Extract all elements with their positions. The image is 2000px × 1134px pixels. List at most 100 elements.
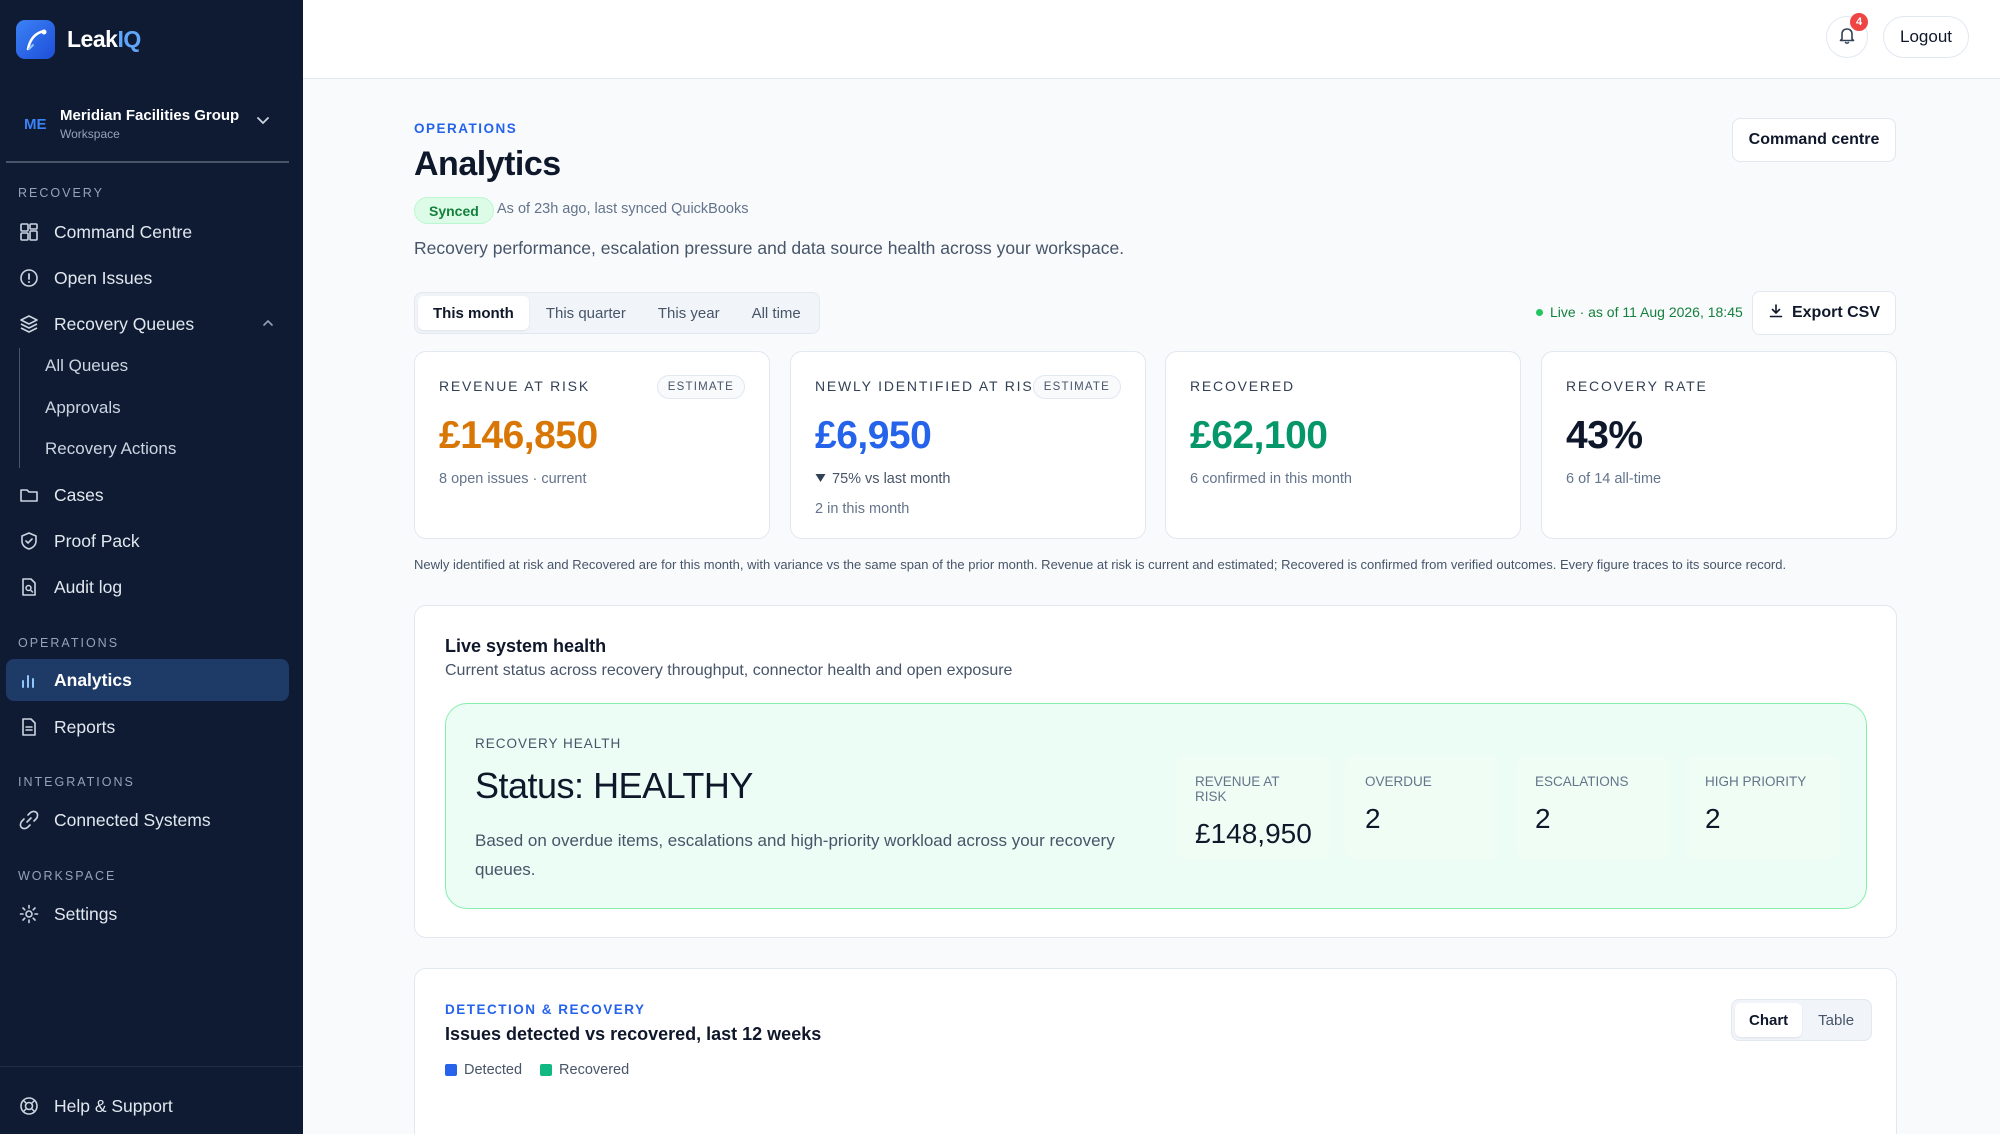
recovery-health-panel: RECOVERY HEALTH Status: HEALTHY Based on… bbox=[445, 703, 1867, 909]
tab-all-time[interactable]: All time bbox=[737, 296, 816, 330]
triangle-down-icon bbox=[815, 471, 826, 487]
sidebar-item-label: Audit log bbox=[54, 576, 123, 597]
sidebar-subitem-recovery-actions[interactable]: Recovery Actions bbox=[45, 439, 176, 459]
sidebar-item-label: Recovery Queues bbox=[54, 313, 195, 334]
sidebar-item-cases[interactable]: Cases bbox=[6, 474, 289, 516]
brand-name: LeakIQ bbox=[67, 26, 141, 52]
workspace-initials: ME bbox=[24, 115, 47, 133]
tab-this-year[interactable]: This year bbox=[643, 296, 735, 330]
brand-logo[interactable]: LeakIQ bbox=[16, 20, 141, 59]
sidebar-item-label: Connected Systems bbox=[54, 809, 211, 830]
metric-value: 2 bbox=[1705, 803, 1721, 834]
kpi-value: £146,850 bbox=[439, 414, 598, 457]
lifebuoy-icon bbox=[18, 1095, 40, 1117]
kpi-label: RECOVERED bbox=[1190, 378, 1295, 394]
tab-table[interactable]: Table bbox=[1804, 1003, 1868, 1037]
export-csv-button[interactable]: Export CSV bbox=[1752, 291, 1896, 335]
health-title: Live system health bbox=[445, 636, 607, 656]
sidebar-item-help-support[interactable]: Help & Support bbox=[6, 1085, 289, 1127]
metric-label: HIGH PRIORITY bbox=[1705, 774, 1807, 789]
sidebar-item-recovery-queues[interactable]: Recovery Queues bbox=[6, 303, 289, 345]
kpi-card-recovery-rate: RECOVERY RATE 43% 6 of 14 all-time bbox=[1541, 351, 1897, 539]
legend-swatch bbox=[445, 1064, 457, 1076]
sidebar-item-proof-pack[interactable]: Proof Pack bbox=[6, 520, 289, 562]
sidebar-divider bbox=[0, 1066, 303, 1067]
metric-label: REVENUE AT RISK bbox=[1195, 774, 1280, 804]
kpi-card-recovered: RECOVERED £62,100 6 confirmed in this mo… bbox=[1165, 351, 1521, 539]
sidebar-subitem-approvals[interactable]: Approvals bbox=[45, 398, 121, 418]
health-metric-overdue: OVERDUE 2 bbox=[1345, 754, 1500, 860]
detection-recovery-card: DETECTION & RECOVERY Issues detected vs … bbox=[414, 968, 1897, 1134]
tab-this-month[interactable]: This month bbox=[418, 296, 529, 330]
recovery-health-label: RECOVERY HEALTH bbox=[475, 736, 622, 751]
recovery-health-description: Based on overdue items, escalations and … bbox=[475, 831, 1115, 879]
chart-legend: Detected Recovered bbox=[445, 1062, 629, 1078]
sidebar-item-command-centre[interactable]: Command Centre bbox=[6, 211, 289, 253]
kpi-subtext: 2 in this month bbox=[815, 501, 910, 517]
leakiq-logo-icon bbox=[16, 20, 55, 59]
legend-label: Recovered bbox=[559, 1062, 630, 1078]
legend-swatch bbox=[540, 1064, 553, 1076]
sidebar-item-analytics[interactable]: Analytics bbox=[6, 659, 289, 701]
section-label-integrations: INTEGRATIONS bbox=[18, 775, 135, 789]
view-toggle: Chart Table bbox=[1731, 999, 1873, 1041]
file-search-icon bbox=[18, 576, 40, 598]
legend-item-detected: Detected bbox=[445, 1062, 522, 1078]
health-metric-escalations: ESCALATIONS 2 bbox=[1515, 754, 1670, 860]
sidebar-item-reports[interactable]: Reports bbox=[6, 706, 289, 748]
sidebar-item-connected-systems[interactable]: Connected Systems bbox=[6, 799, 289, 841]
legend-item-recovered: Recovered bbox=[540, 1062, 629, 1078]
sidebar-item-label: Reports bbox=[54, 716, 116, 737]
bar-chart-icon bbox=[18, 669, 40, 691]
sidebar-item-label: Help & Support bbox=[54, 1095, 173, 1116]
metric-value: 2 bbox=[1365, 803, 1381, 834]
sidebar-item-label: Settings bbox=[54, 903, 118, 924]
kpi-footnote: Newly identified at risk and Recovered a… bbox=[414, 557, 1787, 572]
health-metric-high-priority: HIGH PRIORITY 2 bbox=[1685, 754, 1840, 860]
page-title: Analytics bbox=[414, 145, 561, 183]
grid-icon bbox=[18, 221, 40, 243]
page-description: Recovery performance, escalation pressur… bbox=[414, 238, 1125, 258]
submenu-rail bbox=[19, 348, 20, 468]
download-icon bbox=[1768, 303, 1784, 324]
workspace-switcher[interactable]: ME Meridian Facilities Group Workspace bbox=[6, 88, 289, 160]
document-icon bbox=[18, 716, 40, 738]
workspace-type: Workspace bbox=[60, 127, 120, 141]
command-centre-button[interactable]: Command centre bbox=[1732, 118, 1896, 162]
health-subtitle: Current status across recovery throughpu… bbox=[445, 662, 1013, 679]
sidebar-item-label: Cases bbox=[54, 484, 104, 505]
variance-text: 75% vs last month bbox=[832, 471, 951, 487]
kpi-subtext: 6 confirmed in this month bbox=[1190, 471, 1352, 487]
metric-label: OVERDUE bbox=[1365, 774, 1432, 789]
detection-chart-area bbox=[445, 1099, 1867, 1134]
tab-this-quarter[interactable]: This quarter bbox=[531, 296, 641, 330]
metric-value: 2 bbox=[1535, 803, 1551, 834]
sync-status-text: As of 23h ago, last synced QuickBooks bbox=[497, 201, 749, 217]
detection-eyebrow: DETECTION & RECOVERY bbox=[445, 1002, 646, 1017]
layers-icon bbox=[18, 313, 40, 335]
alert-circle-icon bbox=[18, 267, 40, 289]
workspace-divider bbox=[6, 161, 289, 163]
sidebar-item-settings[interactable]: Settings bbox=[6, 893, 289, 935]
sidebar-item-audit-log[interactable]: Audit log bbox=[6, 566, 289, 608]
kpi-label: RECOVERY RATE bbox=[1566, 378, 1708, 394]
legend-label: Detected bbox=[464, 1062, 523, 1078]
metric-value: £148,950 bbox=[1195, 818, 1312, 849]
sidebar-item-open-issues[interactable]: Open Issues bbox=[6, 257, 289, 299]
section-label-recovery: RECOVERY bbox=[18, 186, 104, 200]
kpi-subtext: 8 open issues · current bbox=[439, 471, 587, 487]
export-csv-label: Export CSV bbox=[1791, 304, 1880, 321]
kpi-value: £62,100 bbox=[1190, 414, 1328, 457]
period-selector: This month This quarter This year All ti… bbox=[414, 292, 820, 334]
sidebar-item-label: Proof Pack bbox=[54, 530, 140, 551]
health-metric-revenue-at-risk: REVENUE AT RISK £148,950 bbox=[1175, 754, 1330, 860]
logout-button[interactable]: Logout bbox=[1883, 16, 1969, 58]
sidebar-item-label: Open Issues bbox=[54, 267, 153, 288]
live-status-text: Live · as of 11 Aug 2026, 18:45 bbox=[1550, 304, 1743, 320]
shield-check-icon bbox=[18, 530, 40, 552]
sidebar-subitem-all-queues[interactable]: All Queues bbox=[45, 356, 128, 376]
tab-chart[interactable]: Chart bbox=[1735, 1003, 1803, 1037]
recovery-health-status: Status: HEALTHY bbox=[475, 765, 753, 806]
live-status: Live · as of 11 Aug 2026, 18:45 bbox=[1536, 304, 1743, 320]
estimate-badge: ESTIMATE bbox=[656, 375, 745, 399]
